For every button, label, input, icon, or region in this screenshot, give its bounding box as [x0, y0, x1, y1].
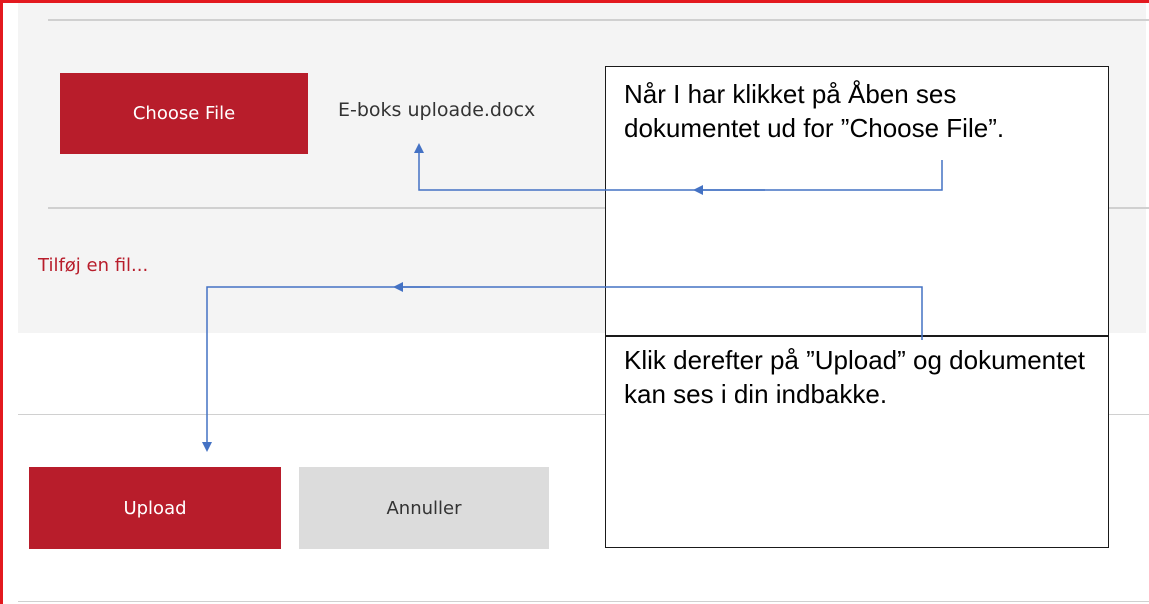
divider-top [48, 19, 1149, 21]
callout-upload-instruction: Klik derefter på ”Upload” og dokumentet … [605, 336, 1109, 548]
add-file-link[interactable]: Tilføj en fil... [38, 255, 148, 276]
frame-left-border [0, 0, 3, 604]
divider-bottom [18, 601, 1149, 602]
selected-file-name: E-boks uploade.docx [338, 99, 536, 121]
upload-button[interactable]: Upload [29, 467, 281, 549]
cancel-button[interactable]: Annuller [299, 467, 549, 549]
callout-file-chosen: Når I har klikket på Åben ses dokumentet… [605, 66, 1109, 336]
choose-file-button[interactable]: Choose File [60, 73, 308, 154]
